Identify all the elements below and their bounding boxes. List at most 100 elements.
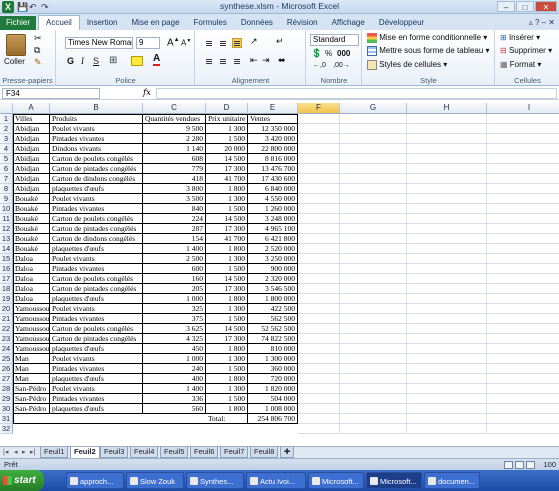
format-painter-icon[interactable]: ✎ [34,57,42,68]
table-cell[interactable]: Man [13,374,50,384]
table-cell[interactable]: 375 [143,314,206,324]
table-cell[interactable]: 6 840 000 [248,184,298,194]
table-cell[interactable]: 325 [143,304,206,314]
table-cell[interactable]: 3 250 000 [248,254,298,264]
table-cell[interactable]: 1 000 [143,354,206,364]
column-header-d[interactable]: D [206,103,248,114]
table-cell[interactable]: Abidjan [13,124,50,134]
row-header[interactable]: 17 [0,274,13,284]
taskbar-item[interactable]: Microsoft... [366,472,422,489]
table-cell[interactable]: 840 [143,204,206,214]
cut-icon[interactable]: ✂ [34,33,42,44]
taskbar-item[interactable]: Microsoft... [308,472,364,489]
table-cell[interactable]: 400 [143,374,206,384]
row-header[interactable]: 15 [0,254,13,264]
table-cell[interactable]: 8 816 000 [248,154,298,164]
table-cell[interactable]: 1 500 [206,204,248,214]
shrink-font-icon[interactable]: A▼ [181,38,191,48]
maximize-button[interactable]: □ [516,1,534,12]
decrease-decimal-icon[interactable]: ,00→ [333,62,350,69]
column-header-b[interactable]: B [50,103,143,114]
table-cell[interactable]: 1 500 [206,314,248,324]
delete-cells-button[interactable]: ⊟ Supprimer ▾ [500,46,552,55]
header-cell[interactable]: Villes [13,114,50,124]
table-cell[interactable]: Pintades vivantes [50,134,143,144]
table-cell[interactable]: 1 800 [206,294,248,304]
header-cell[interactable]: Prix unitaire [206,114,248,124]
table-cell[interactable]: 1 008 000 [248,404,298,414]
table-cell[interactable]: Abidjan [13,184,50,194]
row-header[interactable]: 31 [0,414,13,424]
table-cell[interactable]: 14 500 [206,214,248,224]
table-cell[interactable]: 4 550 000 [248,194,298,204]
table-cell[interactable]: Bouaké [13,234,50,244]
table-cell[interactable]: Abidjan [13,164,50,174]
row-header[interactable]: 11 [0,214,13,224]
table-cell[interactable]: 1 300 [206,384,248,394]
table-cell[interactable]: 1 300 000 [248,354,298,364]
next-sheet-icon[interactable]: ▸ [22,448,26,456]
table-cell[interactable]: Carton de dindons congélés [50,234,143,244]
table-cell[interactable]: Yamoussoukro [13,314,50,324]
table-cell[interactable]: 1 400 [143,384,206,394]
sheet-tab-feuil3[interactable]: Feuil3 [100,447,129,458]
table-cell[interactable]: Pintades vivantes [50,314,143,324]
column-header-i[interactable]: I [487,103,559,114]
table-cell[interactable]: Pintades vivantes [50,204,143,214]
row-header[interactable]: 6 [0,164,13,174]
table-cell[interactable]: Poulet vivants [50,354,143,364]
name-box[interactable]: F34 [2,88,100,99]
table-cell[interactable]: 224 [143,214,206,224]
row-header[interactable]: 24 [0,344,13,354]
table-cell[interactable]: Poulet vivants [50,124,143,134]
table-cell[interactable]: 336 [143,394,206,404]
table-cell[interactable]: 2 320 000 [248,274,298,284]
table-cell[interactable]: Poulet vivants [50,304,143,314]
table-cell[interactable]: 1 820 000 [248,384,298,394]
table-cell[interactable]: 41 700 [206,174,248,184]
tab-developpeur[interactable]: Développeur [372,16,431,30]
tab-affichage[interactable]: Affichage [325,16,372,30]
table-cell[interactable]: plaquettes d'œufs [50,184,143,194]
table-cell[interactable]: 9 500 [143,124,206,134]
table-cell[interactable]: San-Pédro [13,404,50,414]
increase-indent-icon[interactable]: ⇥ [262,55,270,66]
paste-button[interactable]: Coller [4,57,25,66]
row-header[interactable]: 22 [0,324,13,334]
table-cell[interactable]: Poulet vivants [50,254,143,264]
grow-font-icon[interactable]: A▲ [167,37,180,48]
table-cell[interactable]: 1 500 [206,134,248,144]
table-cell[interactable]: Dindons vivants [50,144,143,154]
table-cell[interactable]: 1 500 [206,264,248,274]
table-cell[interactable]: plaquettes d'œufs [50,244,143,254]
table-cell[interactable]: 22 800 000 [248,144,298,154]
table-cell[interactable]: 154 [143,234,206,244]
increase-decimal-icon[interactable]: ←,0 [313,62,326,69]
italic-icon[interactable]: I [81,56,84,66]
table-cell[interactable]: 360 000 [248,364,298,374]
table-cell[interactable]: 160 [143,274,206,284]
first-sheet-icon[interactable]: |◂ [3,448,8,456]
header-cell[interactable]: Quantités vendues [143,114,206,124]
prev-sheet-icon[interactable]: ◂ [14,448,18,456]
table-cell[interactable]: 2 500 [143,254,206,264]
table-cell[interactable]: Poulet vivants [50,384,143,394]
table-cell[interactable]: 810 000 [248,344,298,354]
table-cell[interactable]: 14 500 [206,324,248,334]
table-cell[interactable]: Carton de pintades congélés [50,284,143,294]
align-center-icon[interactable] [218,56,228,66]
minimize-button[interactable]: – [497,1,515,12]
table-cell[interactable]: Bouaké [13,224,50,234]
sheet-tab-feuil1[interactable]: Feuil1 [40,447,69,458]
merge-center-icon[interactable]: ⬌ [278,55,286,66]
table-cell[interactable]: Yamoussoukro [13,334,50,344]
row-header[interactable]: 13 [0,234,13,244]
decrease-indent-icon[interactable]: ⇤ [250,55,258,66]
sheet-tab-feuil5[interactable]: Feuil5 [160,447,189,458]
table-cell[interactable] [143,414,206,424]
select-all-corner[interactable] [0,103,13,114]
table-cell[interactable]: 3 546 500 [248,284,298,294]
table-cell[interactable]: 1 800 [206,244,248,254]
table-cell[interactable]: 900 000 [248,264,298,274]
table-cell[interactable]: 20 000 [206,144,248,154]
